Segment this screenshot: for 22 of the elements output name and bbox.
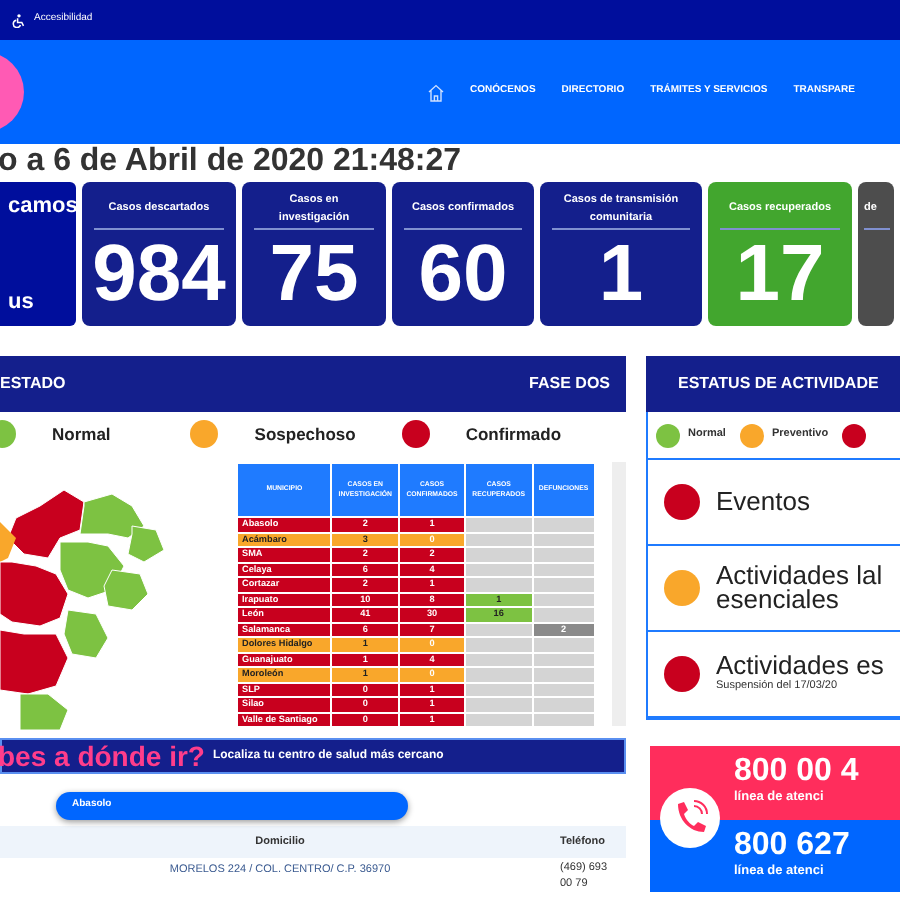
locator-title: bes a dónde ir? (0, 737, 205, 775)
update-title: o a 6 de Abril de 2020 21:48:27 (0, 144, 464, 180)
hotline-number: 800 00 4 (734, 756, 861, 789)
activity-title: Eventos (716, 490, 810, 514)
hotline-number: 800 627 (734, 829, 852, 862)
legend-label: Sospechoso (254, 421, 356, 447)
legend-label: Confirmado (465, 421, 562, 447)
stat-value: 1 (596, 230, 646, 318)
accessibility-icon[interactable] (12, 13, 26, 27)
activity-title: Actividades es (716, 653, 884, 678)
intro-text: us (8, 287, 36, 317)
stat-value: 984 (90, 230, 228, 318)
panel-title: ESTATUS DE ACTIVIDADE (678, 372, 879, 396)
legend-label: Normal (52, 421, 111, 447)
home-icon[interactable] (428, 83, 444, 101)
stat-value: 60 (416, 230, 510, 318)
stat-value: 75 (267, 230, 361, 318)
panel-title: ESTADO (0, 372, 66, 396)
intro-text: camos (8, 192, 76, 222)
stat-value: 17 (733, 230, 827, 318)
activity-title: Actividades lal esenciales (716, 564, 885, 612)
phase-label: FASE DOS (529, 372, 610, 396)
